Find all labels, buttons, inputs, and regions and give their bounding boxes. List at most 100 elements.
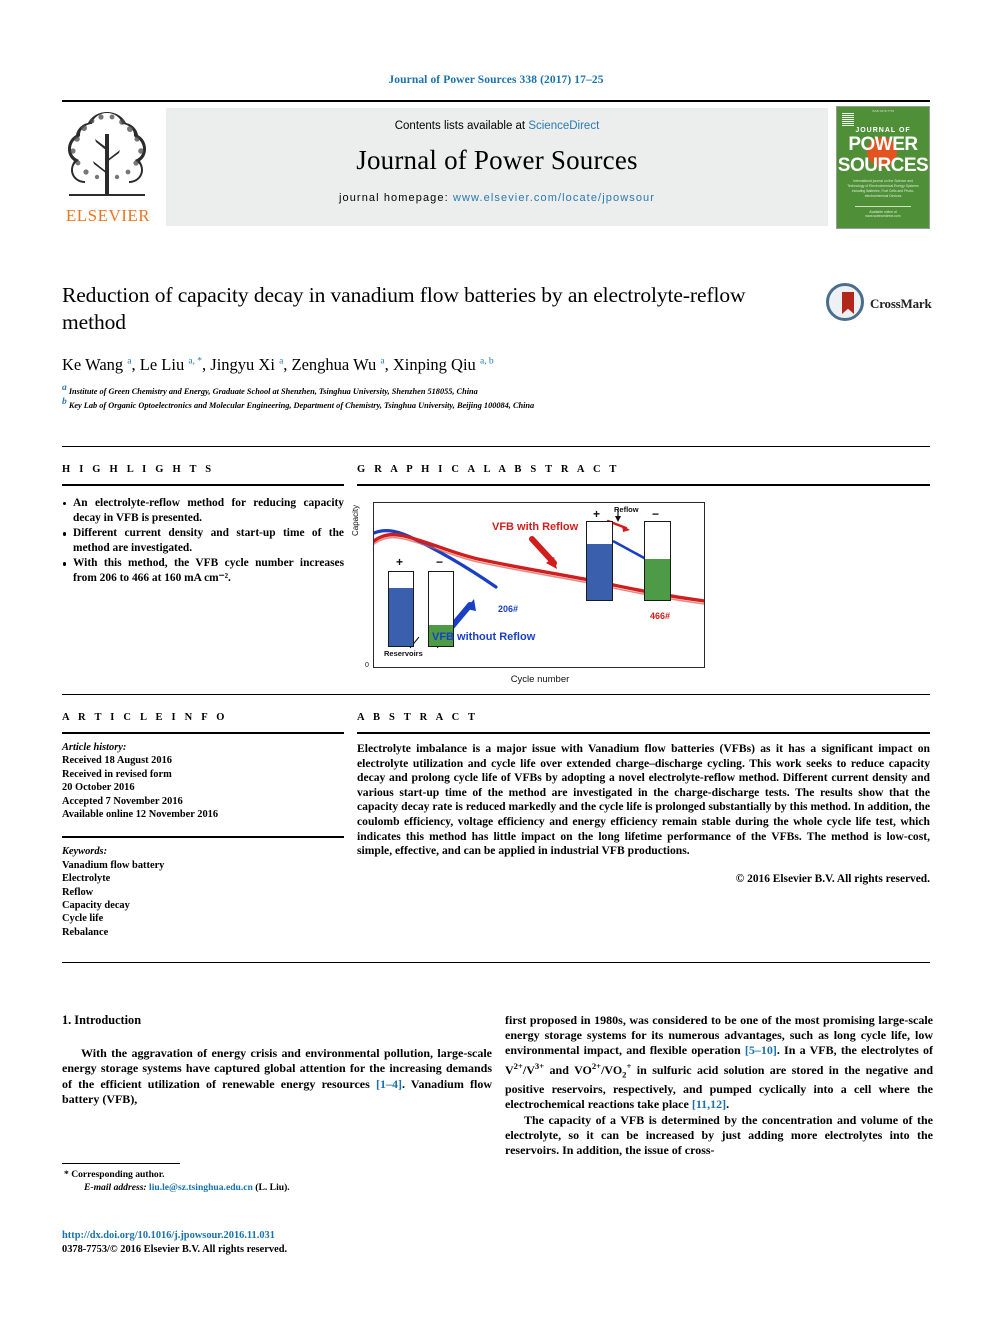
author-list: Ke Wang a, Le Liu a, *, Jingyu Xi a, Zen… bbox=[62, 355, 494, 374]
author-name: Ke Wang bbox=[62, 355, 124, 374]
affiliation-text: Institute of Green Chemistry and Energy,… bbox=[68, 386, 478, 396]
keywords-block: Keywords: Vanadium flow battery Electrol… bbox=[62, 845, 344, 939]
chart-annotation-without-reflow: VFB without Reflow bbox=[432, 631, 536, 643]
body-column-left: 1. Introduction With the aggravation of … bbox=[62, 1013, 492, 1107]
author-entry: Zenghua Wu a bbox=[292, 355, 385, 374]
author-entry: Jingyu Xi a bbox=[210, 355, 283, 374]
citation-ref-5-10[interactable]: [5–10] bbox=[745, 1043, 777, 1057]
list-item: With this method, the VFB cycle number i… bbox=[62, 556, 344, 585]
footnote-rule bbox=[62, 1163, 180, 1164]
chart-annotation-466: 466# bbox=[650, 611, 671, 621]
footnote-block: * Corresponding author. E-mail address: … bbox=[62, 1163, 492, 1194]
running-head: Journal of Power Sources 338 (2017) 17–2… bbox=[388, 74, 604, 86]
history-item: Available online 12 November 2016 bbox=[62, 809, 219, 821]
citation-ref-11-12[interactable]: [11,12] bbox=[692, 1097, 726, 1111]
doi-link[interactable]: http://dx.doi.org/10.1016/j.jpowsour.201… bbox=[62, 1229, 492, 1243]
intro-paragraph-right-1: first proposed in 1980s, was considered … bbox=[505, 1013, 933, 1113]
chart-annotation-reservoirs: Reservoirs bbox=[384, 649, 423, 658]
cover-issn: ISSN 0378-7753 bbox=[871, 109, 895, 113]
section-heading-introduction: 1. Introduction bbox=[62, 1013, 142, 1027]
keyword-item: Reflow bbox=[62, 886, 94, 898]
author-name: Xinping Qiu bbox=[392, 355, 476, 374]
tank-label-positive: + bbox=[593, 507, 601, 521]
elsevier-wordmark: ELSEVIER bbox=[65, 206, 151, 225]
formula-sup-v3: 3+ bbox=[534, 1060, 545, 1071]
chart-annotation-206: 206# bbox=[498, 604, 519, 614]
author-affil-mark: a, b bbox=[479, 356, 494, 367]
intro-paragraph-left: With the aggravation of energy crisis an… bbox=[62, 1046, 492, 1107]
cover-elsevier-mark bbox=[842, 113, 854, 127]
crossmark-circle-icon bbox=[826, 283, 864, 321]
keyword-item: Cycle life bbox=[62, 913, 104, 925]
abstract-copyright: © 2016 Elsevier B.V. All rights reserved… bbox=[735, 872, 930, 885]
highlights-heading: H I G H L I G H T S bbox=[62, 464, 215, 475]
reservoir-tank-negative bbox=[644, 521, 671, 601]
tank-fill bbox=[645, 559, 670, 600]
tank-fill bbox=[587, 543, 612, 600]
highlight-text: An electrolyte-reflow method for reducin… bbox=[73, 497, 344, 524]
journal-title: Journal of Power Sources bbox=[356, 145, 638, 175]
chart-y-origin-tick: 0 bbox=[365, 662, 369, 669]
intro-right-text-d: and VO bbox=[544, 1062, 592, 1077]
keywords-label: Keywords: bbox=[62, 846, 108, 858]
graphical-abstract-rule bbox=[357, 484, 930, 486]
affiliation-item: b Key Lab of Organic Optoelectronics and… bbox=[62, 397, 762, 411]
tank-connector-right bbox=[612, 539, 647, 561]
graphical-abstract-heading: G R A P H I C A L A B S T R A C T bbox=[357, 464, 620, 475]
masthead-center: Contents lists available at ScienceDirec… bbox=[166, 108, 828, 226]
email-line: E-mail address: liu.le@sz.tsinghua.edu.c… bbox=[62, 1182, 492, 1195]
journal-masthead: ELSEVIER Contents lists available at Sci… bbox=[62, 100, 930, 233]
chart-annotation-reflow: Reflow bbox=[614, 505, 639, 514]
author-affil-mark: a bbox=[380, 356, 385, 367]
divider-above-abstract bbox=[62, 694, 930, 695]
email-owner: (L. Liu). bbox=[255, 1181, 290, 1193]
author-entry: Le Liu a, * bbox=[140, 355, 202, 374]
elsevier-logo: ELSEVIER bbox=[62, 108, 154, 228]
crossmark-label: CrossMark bbox=[870, 296, 932, 311]
abstract-rule bbox=[357, 732, 930, 734]
intro-right-text-g: . bbox=[726, 1097, 730, 1112]
history-item: 20 October 2016 bbox=[62, 782, 135, 794]
affiliation-mark: b bbox=[62, 397, 67, 408]
crossmark-badge[interactable]: CrossMark bbox=[826, 283, 932, 323]
formula-sup-vo2: 2+ bbox=[591, 1060, 602, 1071]
author-name: Jingyu Xi bbox=[210, 355, 275, 374]
cover-footer: Available online at www.sciencedirect.co… bbox=[855, 206, 911, 218]
tank-label-negative: − bbox=[436, 555, 444, 569]
cover-journal-of: JOURNAL OF bbox=[855, 127, 911, 134]
history-item: Received 18 August 2016 bbox=[62, 755, 172, 767]
citation-ref-1-4[interactable]: [1–4] bbox=[376, 1077, 402, 1091]
journal-homepage-line: journal homepage: www.elsevier.com/locat… bbox=[166, 192, 828, 204]
divider-below-abstract bbox=[62, 962, 930, 963]
crossmark-ribbon-icon bbox=[842, 292, 854, 314]
homepage-url[interactable]: www.elsevier.com/locate/jpowsour bbox=[453, 192, 655, 204]
chart-y-axis-label: Capacity bbox=[351, 504, 360, 536]
annotation-arrow-red bbox=[529, 536, 557, 569]
contents-prefix: Contents lists available at bbox=[394, 120, 529, 132]
elsevier-tree-icon bbox=[68, 112, 146, 196]
publisher-footer: http://dx.doi.org/10.1016/j.jpowsour.201… bbox=[62, 1229, 492, 1257]
intro-right-text-e: /VO bbox=[601, 1062, 623, 1077]
chart-x-axis-label: Cycle number bbox=[510, 674, 570, 685]
body-column-right: first proposed in 1980s, was considered … bbox=[505, 1013, 933, 1158]
article-info-section: A R T I C L E I N F O Article history: R… bbox=[62, 712, 344, 939]
keyword-item: Rebalance bbox=[62, 926, 109, 938]
homepage-prefix: journal homepage: bbox=[338, 192, 453, 204]
article-history-label: Article history: bbox=[62, 742, 127, 753]
sciencedirect-link[interactable]: ScienceDirect bbox=[528, 120, 599, 132]
graphical-abstract-figure: Capacity 0 + − + − Reflow VFB with Reflo… bbox=[351, 496, 709, 692]
highlight-text: With this method, the VFB cycle number i… bbox=[73, 557, 344, 584]
author-affil-mark: a bbox=[127, 356, 132, 367]
history-item: Accepted 7 November 2016 bbox=[62, 795, 183, 807]
keyword-item: Capacity decay bbox=[62, 900, 130, 912]
email-link[interactable]: liu.le@sz.tsinghua.edu.cn bbox=[149, 1182, 253, 1193]
formula-sup-v2: 2+ bbox=[513, 1060, 523, 1071]
affiliation-list: a Institute of Green Chemistry and Energ… bbox=[62, 383, 762, 412]
reservoir-tank-positive bbox=[388, 571, 414, 647]
list-item: Different current density and start-up t… bbox=[62, 526, 344, 555]
highlight-text: Different current density and start-up t… bbox=[73, 527, 344, 554]
affiliation-item: a Institute of Green Chemistry and Energ… bbox=[62, 383, 762, 397]
tank-label-positive: + bbox=[396, 555, 404, 569]
article-info-rule bbox=[62, 732, 344, 734]
article-header: Reduction of capacity decay in vanadium … bbox=[62, 282, 762, 412]
